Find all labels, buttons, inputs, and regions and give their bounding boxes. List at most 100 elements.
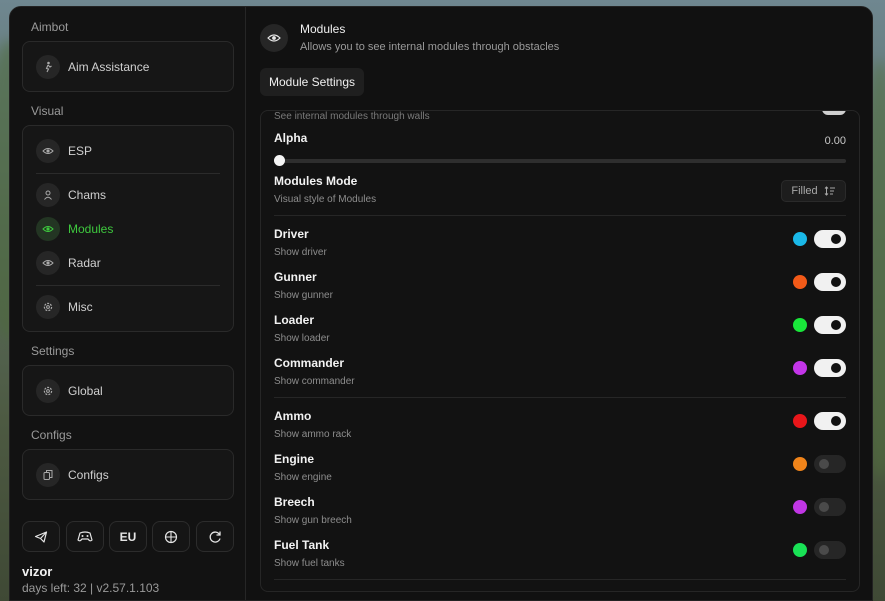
module-ammo-toggle[interactable]: [814, 412, 846, 430]
module-driver-toggle[interactable]: [814, 230, 846, 248]
module-commander-label: Commander: [274, 356, 345, 370]
module-gunner-label: Gunner: [274, 270, 317, 284]
module-commander-color-picker[interactable]: [793, 361, 807, 375]
section-title-configs: Configs: [31, 428, 72, 442]
divider: [274, 397, 846, 398]
sidebar-item-label: Aim Assistance: [68, 60, 150, 74]
module-fuel-tank-label: Fuel Tank: [274, 538, 330, 552]
sidebar-item-global[interactable]: Global: [23, 377, 233, 405]
telegram-button[interactable]: [22, 521, 60, 552]
sidebar-item-label: Configs: [68, 468, 109, 482]
settings-panel: See internal modules through walls Alpha…: [260, 110, 860, 592]
module-fuel-tank-color-picker[interactable]: [793, 543, 807, 557]
module-ammo-color-picker[interactable]: [793, 414, 807, 428]
gamepad-icon: [77, 530, 93, 541]
divider: [36, 285, 220, 286]
module-ammo-label: Ammo: [274, 409, 312, 423]
module-fuel-tank-description: Show fuel tanks: [274, 558, 345, 569]
sidebar-item-label: Global: [68, 384, 103, 398]
alpha-slider-handle[interactable]: [274, 155, 285, 166]
person-icon: [36, 183, 60, 207]
section-title-visual: Visual: [31, 104, 64, 118]
modules-mode-select[interactable]: Filled: [781, 180, 846, 202]
region-button[interactable]: EU: [109, 521, 147, 552]
toggle-knob: [819, 545, 829, 555]
toggle-knob: [831, 320, 841, 330]
module-engine-color-picker[interactable]: [793, 457, 807, 471]
settings-group: Global: [22, 365, 234, 416]
module-driver-label: Driver: [274, 227, 309, 241]
toggle-knob: [831, 234, 841, 244]
username: vizor: [22, 564, 53, 579]
module-breech-toggle[interactable]: [814, 498, 846, 516]
alpha-slider[interactable]: [274, 159, 846, 163]
scrolled-toggle[interactable]: [822, 111, 846, 115]
sidebar-item-label: Chams: [68, 188, 107, 202]
sidebar-item-chams[interactable]: Chams: [23, 181, 233, 209]
sidebar-item-label: Modules: [68, 222, 114, 236]
modules-mode-label: Modules Mode: [274, 174, 358, 188]
module-ammo-description: Show ammo rack: [274, 429, 352, 440]
configs-group: Configs: [22, 449, 234, 500]
send-icon: [34, 530, 48, 543]
refresh-button[interactable]: [196, 521, 234, 552]
toggle-knob: [831, 416, 841, 426]
page-subtitle: Allows you to see internal modules throu…: [300, 41, 560, 53]
module-gunner-toggle[interactable]: [814, 273, 846, 291]
scrolled-description: See internal modules through walls: [274, 111, 430, 122]
modules-mode-description: Visual style of Modules: [274, 194, 377, 205]
tab-module-settings[interactable]: Module Settings: [260, 68, 364, 96]
subscription-info: days left: 32 | v2.57.1.103: [22, 581, 160, 595]
alpha-label: Alpha: [274, 131, 308, 145]
divider: [274, 215, 846, 216]
module-breech-color-picker[interactable]: [793, 500, 807, 514]
sort-icon: [824, 186, 835, 196]
discord-button[interactable]: [66, 521, 104, 552]
module-fuel-tank-toggle[interactable]: [814, 541, 846, 559]
eye-icon: [36, 217, 60, 241]
module-commander-toggle[interactable]: [814, 359, 846, 377]
visual-group: ESP Chams Modules Radar Misc: [22, 125, 234, 332]
module-driver-color-picker[interactable]: [793, 232, 807, 246]
sidebar-item-esp[interactable]: ESP: [23, 137, 233, 165]
eye-icon: [36, 251, 60, 275]
sidebar-item-radar[interactable]: Radar: [23, 249, 233, 277]
alpha-value: 0.00: [824, 135, 846, 147]
divider: [274, 579, 846, 580]
sidebar-item-modules[interactable]: Modules: [23, 215, 233, 243]
gear-icon: [36, 295, 60, 319]
divider: [36, 173, 220, 174]
module-gunner-description: Show gunner: [274, 290, 333, 301]
module-engine-label: Engine: [274, 452, 315, 466]
aim-figure-icon: [36, 55, 60, 79]
select-value: Filled: [791, 185, 818, 197]
module-loader-toggle[interactable]: [814, 316, 846, 334]
toggle-knob: [819, 459, 829, 469]
section-title-aimbot: Aimbot: [31, 20, 69, 34]
page-title: Modules: [300, 22, 346, 36]
eye-icon: [260, 24, 288, 52]
module-breech-description: Show gun breech: [274, 515, 352, 526]
sidebar-item-aim-assistance[interactable]: Aim Assistance: [23, 53, 233, 81]
sidebar-item-label: Misc: [68, 300, 93, 314]
refresh-icon: [209, 530, 221, 543]
gear-icon: [36, 379, 60, 403]
sidebar-item-configs[interactable]: Configs: [23, 461, 233, 489]
module-engine-description: Show engine: [274, 472, 332, 483]
sidebar-item-label: Radar: [68, 256, 101, 270]
sidebar-item-misc[interactable]: Misc: [23, 293, 233, 321]
cheat-menu-window: Aimbot Aim Assistance Visual ESP Chams M…: [9, 6, 873, 601]
aimbot-group: Aim Assistance: [22, 41, 234, 92]
module-gunner-color-picker[interactable]: [793, 275, 807, 289]
sidebar: Aimbot Aim Assistance Visual ESP Chams M…: [10, 7, 246, 600]
main-content: Modules Allows you to see internal modul…: [247, 7, 872, 600]
toggle-knob: [831, 363, 841, 373]
sidebar-item-label: ESP: [68, 144, 93, 158]
globe-icon: [164, 530, 178, 543]
module-loader-label: Loader: [274, 313, 315, 327]
toggle-knob: [819, 502, 829, 512]
module-engine-toggle[interactable]: [814, 455, 846, 473]
copy-icon: [36, 463, 60, 487]
language-button[interactable]: [152, 521, 190, 552]
module-loader-color-picker[interactable]: [793, 318, 807, 332]
